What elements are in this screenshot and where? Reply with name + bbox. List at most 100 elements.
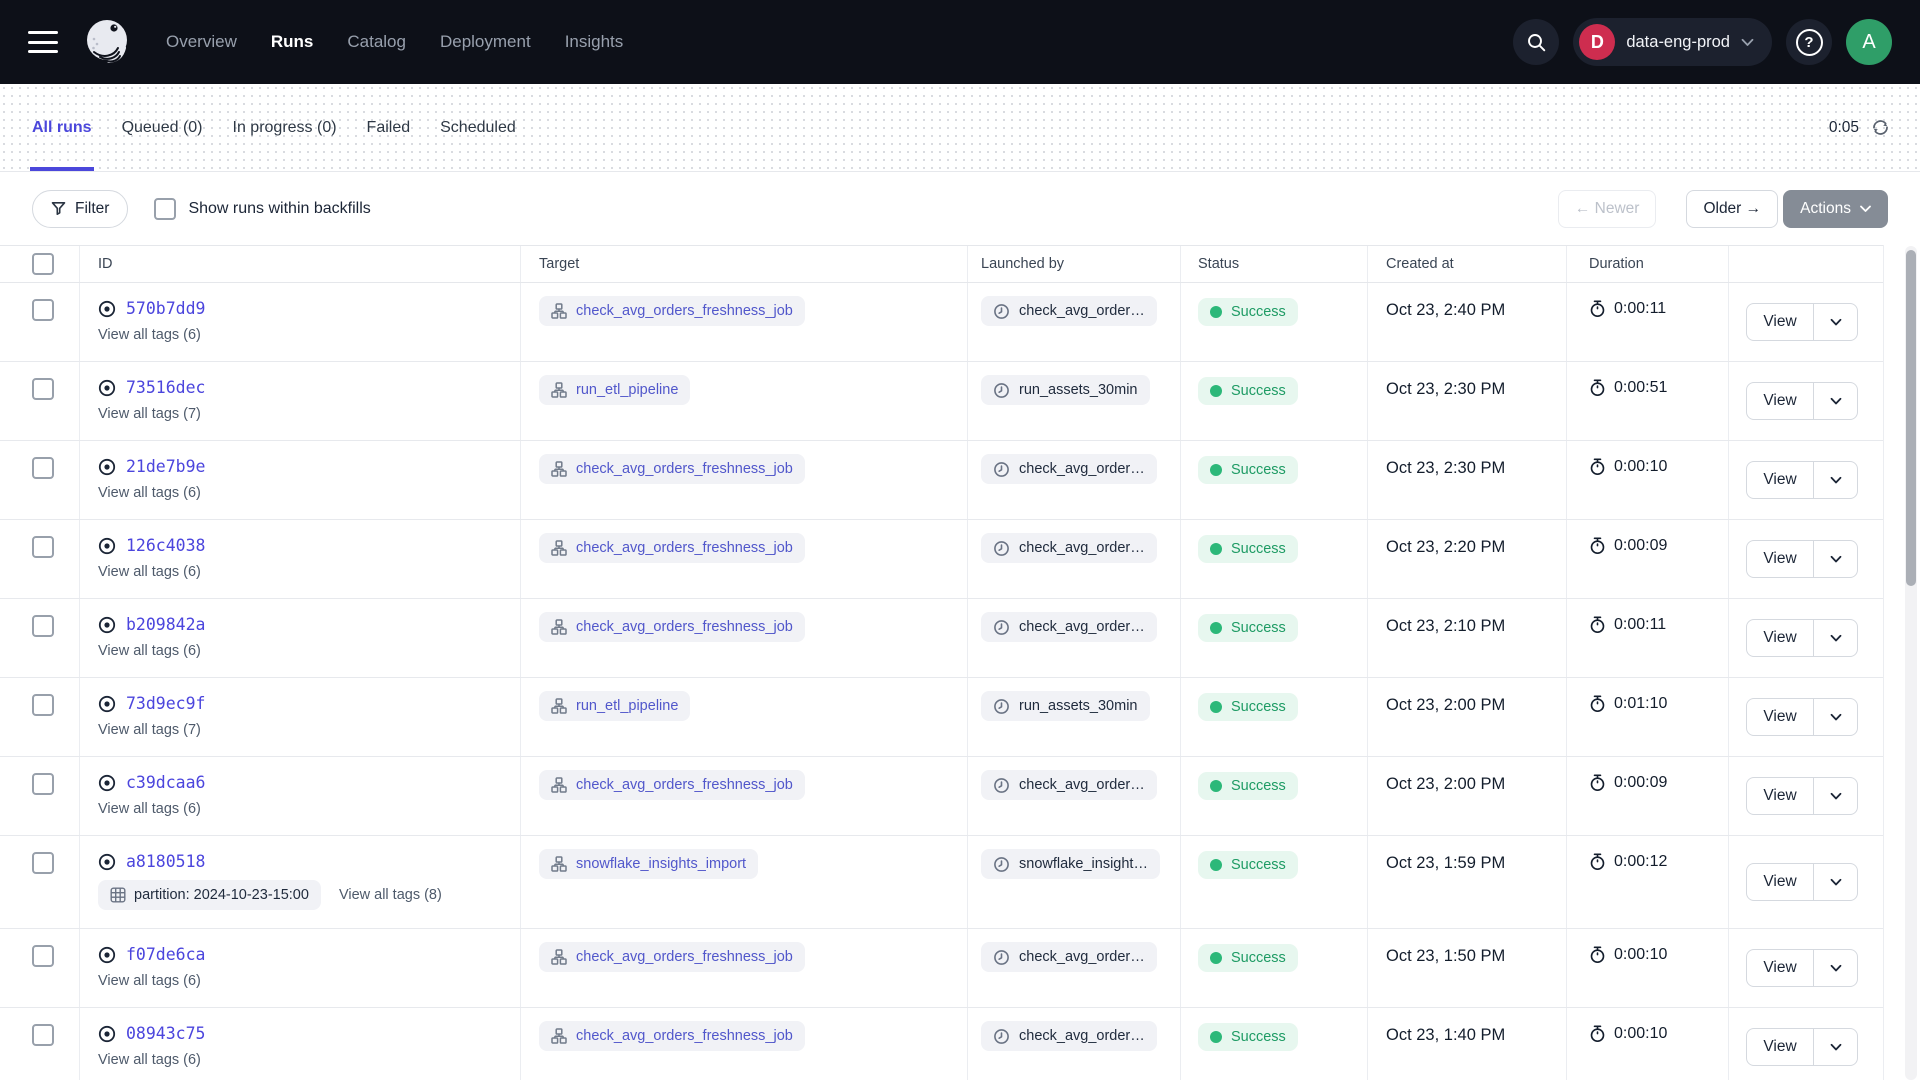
- target-pill[interactable]: check_avg_orders_freshness_job: [539, 612, 805, 642]
- run-id-link[interactable]: 08943c75: [126, 1024, 205, 1043]
- target-pill[interactable]: snowflake_insights_import: [539, 849, 758, 879]
- target-pill[interactable]: run_etl_pipeline: [539, 691, 690, 721]
- partition-tag[interactable]: partition: 2024-10-23-15:00: [98, 880, 321, 910]
- backfills-checkbox[interactable]: [154, 198, 176, 220]
- target-pill[interactable]: check_avg_orders_freshness_job: [539, 296, 805, 326]
- newer-button[interactable]: ← Newer: [1558, 190, 1657, 228]
- run-id-link[interactable]: 21de7b9e: [126, 457, 205, 476]
- deployment-switcher[interactable]: D data-eng-prod: [1573, 18, 1772, 66]
- target-pill[interactable]: run_etl_pipeline: [539, 375, 690, 405]
- target-pill[interactable]: check_avg_orders_freshness_job: [539, 1021, 805, 1051]
- dagster-logo-icon[interactable]: [80, 15, 134, 69]
- row-checkbox[interactable]: [32, 773, 54, 795]
- row-checkbox[interactable]: [32, 694, 54, 716]
- launched-by-pill[interactable]: snowflake_insight…: [981, 849, 1160, 879]
- row-checkbox[interactable]: [32, 378, 54, 400]
- tab-all-runs[interactable]: All runs: [30, 84, 94, 171]
- view-all-tags-link[interactable]: View all tags (6): [98, 485, 201, 501]
- view-dropdown-button[interactable]: [1813, 699, 1857, 735]
- actions-button[interactable]: Actions: [1783, 190, 1888, 228]
- scrollbar-thumb[interactable]: [1906, 250, 1916, 586]
- refresh-icon[interactable]: [1871, 118, 1890, 137]
- view-all-tags-link[interactable]: View all tags (6): [98, 1052, 201, 1068]
- view-all-tags-link[interactable]: View all tags (7): [98, 406, 201, 422]
- run-id-link[interactable]: 73516dec: [126, 378, 205, 397]
- row-checkbox[interactable]: [32, 1024, 54, 1046]
- run-id-link[interactable]: 570b7dd9: [126, 299, 205, 318]
- view-button[interactable]: View: [1747, 462, 1813, 498]
- launched-by-pill[interactable]: check_avg_order…: [981, 942, 1157, 972]
- view-button[interactable]: View: [1747, 778, 1813, 814]
- older-button[interactable]: Older →: [1686, 190, 1778, 228]
- view-button[interactable]: View: [1747, 950, 1813, 986]
- chevron-down-icon: [1860, 205, 1871, 213]
- launched-by-pill[interactable]: check_avg_order…: [981, 296, 1157, 326]
- row-checkbox[interactable]: [32, 852, 54, 874]
- view-dropdown-button[interactable]: [1813, 778, 1857, 814]
- select-all-checkbox[interactable]: [32, 253, 54, 275]
- nav-item-insights[interactable]: Insights: [565, 32, 624, 52]
- launched-by-pill[interactable]: run_assets_30min: [981, 691, 1150, 721]
- view-dropdown-button[interactable]: [1813, 383, 1857, 419]
- avatar[interactable]: A: [1846, 19, 1892, 65]
- row-checkbox[interactable]: [32, 615, 54, 637]
- nav-item-overview[interactable]: Overview: [166, 32, 237, 52]
- nav-item-deployment[interactable]: Deployment: [440, 32, 531, 52]
- chevron-down-icon: [1830, 1043, 1842, 1052]
- view-button[interactable]: View: [1747, 620, 1813, 656]
- view-all-tags-link[interactable]: View all tags (6): [98, 643, 201, 659]
- run-id-link[interactable]: f07de6ca: [126, 945, 205, 964]
- view-button[interactable]: View: [1747, 541, 1813, 577]
- target-pill[interactable]: check_avg_orders_freshness_job: [539, 942, 805, 972]
- run-id-link[interactable]: 73d9ec9f: [126, 694, 205, 713]
- view-dropdown-button[interactable]: [1813, 950, 1857, 986]
- target-pill[interactable]: check_avg_orders_freshness_job: [539, 454, 805, 484]
- row-checkbox[interactable]: [32, 299, 54, 321]
- view-all-tags-link[interactable]: View all tags (6): [98, 801, 201, 817]
- view-button[interactable]: View: [1747, 699, 1813, 735]
- view-button-group: View: [1746, 382, 1858, 420]
- view-dropdown-button[interactable]: [1813, 304, 1857, 340]
- nav-item-runs[interactable]: Runs: [271, 32, 314, 52]
- help-button[interactable]: ?: [1786, 19, 1832, 65]
- launched-by-pill[interactable]: check_avg_order…: [981, 612, 1157, 642]
- tab-queued[interactable]: Queued (0): [120, 84, 205, 171]
- view-button[interactable]: View: [1747, 383, 1813, 419]
- search-button[interactable]: [1513, 19, 1559, 65]
- launched-by-pill[interactable]: run_assets_30min: [981, 375, 1150, 405]
- view-all-tags-link[interactable]: View all tags (6): [98, 327, 201, 343]
- run-id-link[interactable]: b209842a: [126, 615, 205, 634]
- view-all-tags-link[interactable]: View all tags (6): [98, 564, 201, 580]
- view-dropdown-button[interactable]: [1813, 864, 1857, 900]
- nav-item-catalog[interactable]: Catalog: [347, 32, 406, 52]
- row-checkbox[interactable]: [32, 536, 54, 558]
- launched-by-pill[interactable]: check_avg_order…: [981, 1021, 1157, 1051]
- launched-by-pill[interactable]: check_avg_order…: [981, 533, 1157, 563]
- stopwatch-icon: [1589, 458, 1606, 476]
- tab-scheduled[interactable]: Scheduled: [438, 84, 518, 171]
- view-all-tags-link[interactable]: View all tags (8): [339, 887, 442, 903]
- run-id-link[interactable]: a8180518: [126, 852, 205, 871]
- filter-button[interactable]: Filter: [32, 190, 128, 228]
- launched-by-pill[interactable]: check_avg_order…: [981, 454, 1157, 484]
- view-button[interactable]: View: [1747, 864, 1813, 900]
- view-button[interactable]: View: [1747, 304, 1813, 340]
- run-id-link[interactable]: 126c4038: [126, 536, 205, 555]
- view-button[interactable]: View: [1747, 1029, 1813, 1065]
- run-id-link[interactable]: c39dcaa6: [126, 773, 205, 792]
- view-all-tags-link[interactable]: View all tags (7): [98, 722, 201, 738]
- launched-by-pill[interactable]: check_avg_order…: [981, 770, 1157, 800]
- target-pill[interactable]: check_avg_orders_freshness_job: [539, 770, 805, 800]
- view-dropdown-button[interactable]: [1813, 1029, 1857, 1065]
- view-dropdown-button[interactable]: [1813, 541, 1857, 577]
- menu-icon[interactable]: [28, 31, 58, 53]
- view-dropdown-button[interactable]: [1813, 620, 1857, 656]
- target-pill[interactable]: check_avg_orders_freshness_job: [539, 533, 805, 563]
- row-checkbox[interactable]: [32, 457, 54, 479]
- view-dropdown-button[interactable]: [1813, 462, 1857, 498]
- tab-in-progress[interactable]: In progress (0): [231, 84, 339, 171]
- row-checkbox[interactable]: [32, 945, 54, 967]
- tab-failed[interactable]: Failed: [365, 84, 413, 171]
- scrollbar[interactable]: [1905, 246, 1917, 1080]
- view-all-tags-link[interactable]: View all tags (6): [98, 973, 201, 989]
